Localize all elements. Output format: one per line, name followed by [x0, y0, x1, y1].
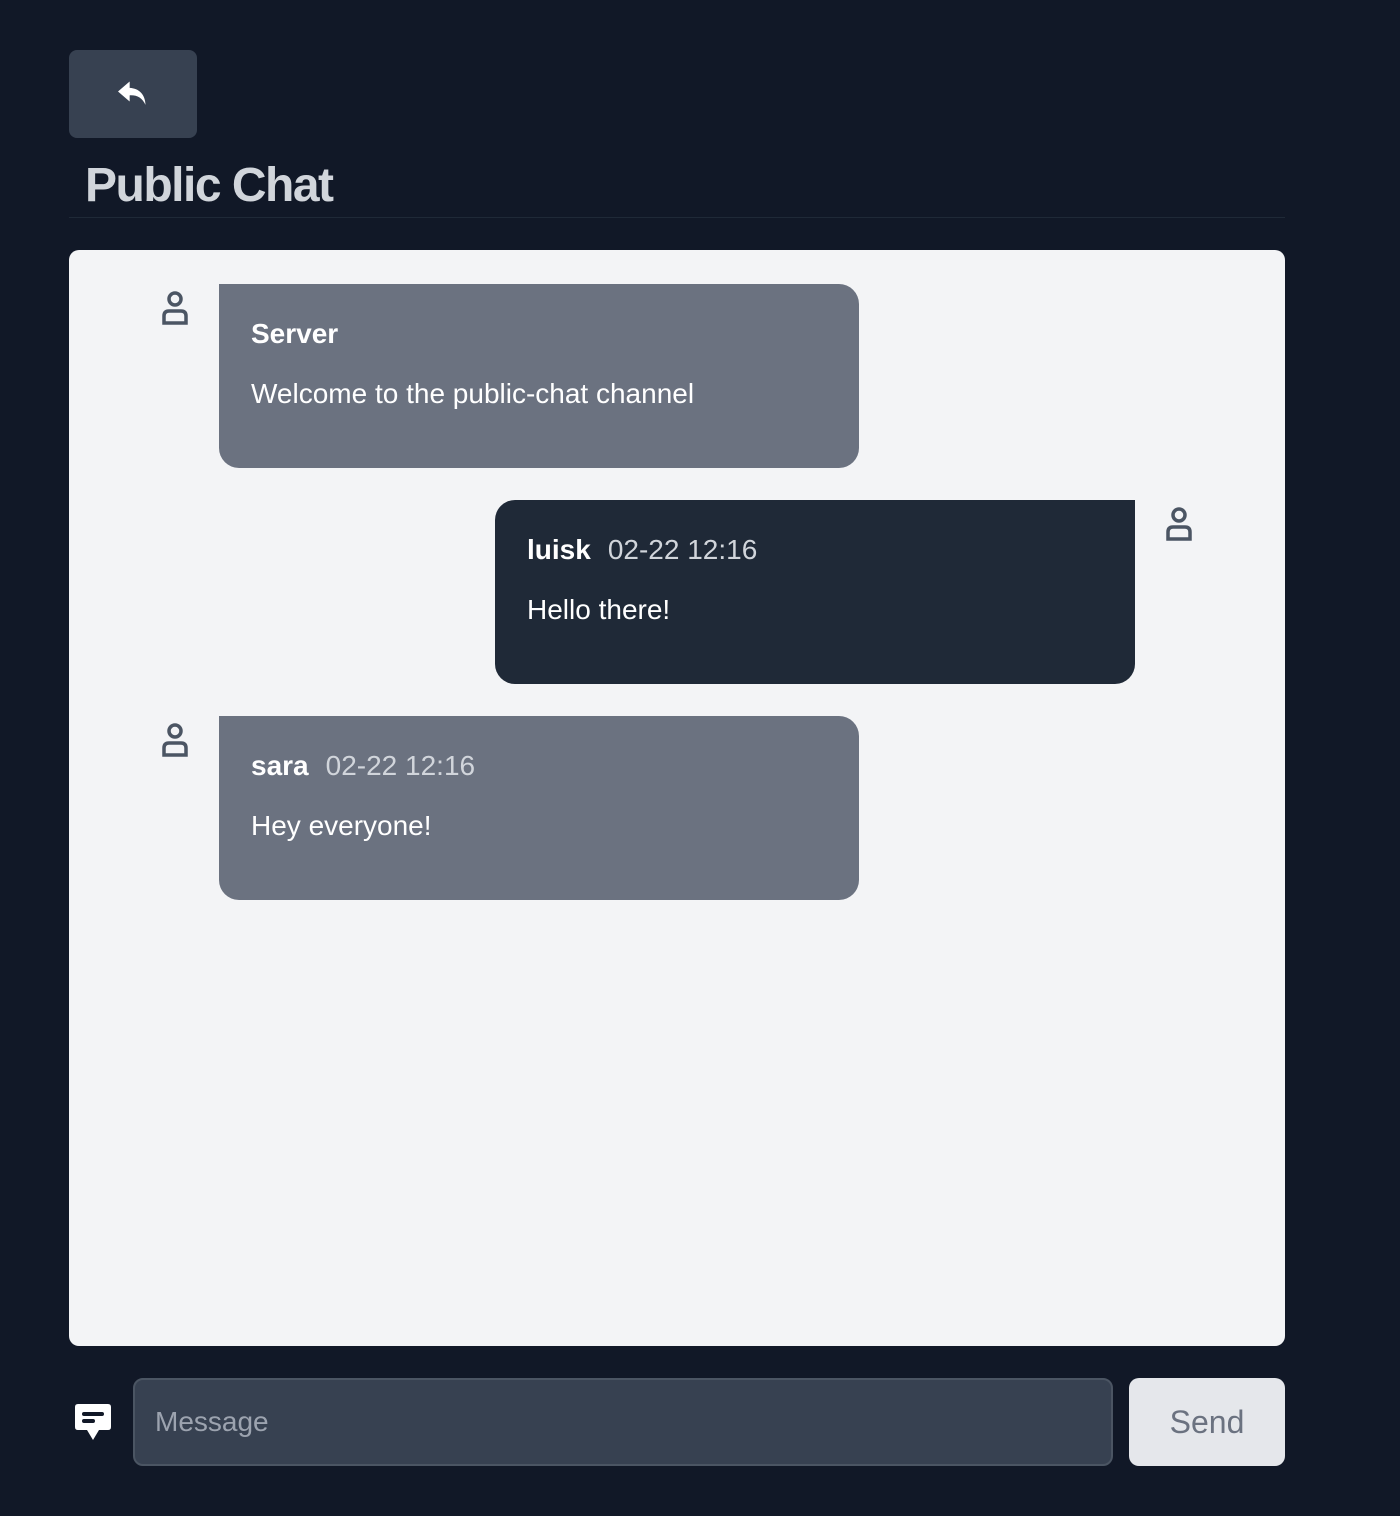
- message-author: Server: [251, 318, 339, 349]
- chat-bubble-icon: [75, 1404, 111, 1440]
- message-input[interactable]: [133, 1378, 1113, 1466]
- message-bubble: luisk 02-22 12:16 Hello there!: [495, 500, 1135, 684]
- message-author: sara: [251, 750, 309, 781]
- title-divider: [69, 217, 1285, 218]
- user-icon: [1165, 506, 1193, 542]
- back-button[interactable]: [69, 50, 197, 138]
- message-text: Welcome to the public-chat channel: [251, 378, 695, 409]
- message-author: luisk: [527, 534, 591, 565]
- user-icon: [161, 722, 189, 758]
- chat-panel[interactable]: Server Welcome to the public-chat channe…: [69, 250, 1285, 1346]
- message-time: 02-22 12:16: [325, 750, 476, 781]
- message-bubble: sara 02-22 12:16 Hey everyone!: [219, 716, 859, 900]
- send-button[interactable]: Send: [1129, 1378, 1285, 1466]
- message-text: Hey everyone!: [251, 810, 432, 841]
- message-bubble: Server Welcome to the public-chat channe…: [219, 284, 859, 468]
- page-title: Public Chat: [85, 159, 334, 212]
- message-time: 02-22 12:16: [607, 534, 758, 565]
- reply-arrow-icon: [118, 81, 146, 105]
- user-icon: [161, 290, 189, 326]
- message-text: Hello there!: [527, 594, 671, 625]
